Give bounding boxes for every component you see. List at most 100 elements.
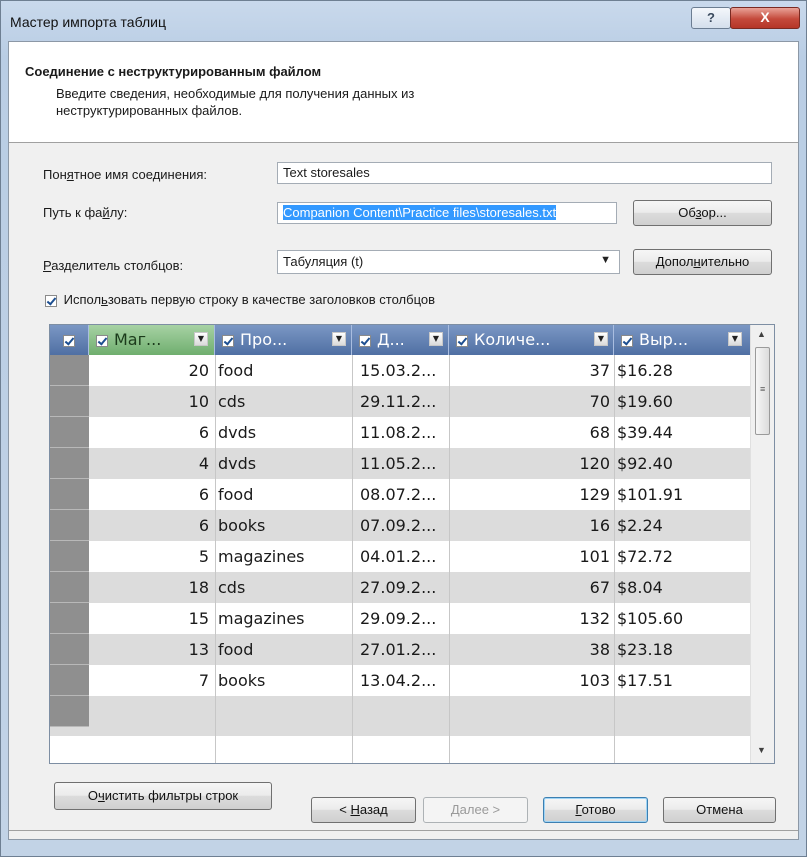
file-path-input[interactable]: Companion Content\Practice files\storesa… (277, 202, 617, 224)
cell-date: 11.08.2... (360, 423, 437, 442)
cell-product: food (218, 640, 254, 659)
table-row[interactable]: 5 magazines 04.01.2... 101 $72.72 (50, 541, 750, 572)
filter-dropdown-icon[interactable]: ▼ (429, 332, 443, 346)
cell-quantity: 120 (579, 454, 610, 473)
column-title: Про... (240, 330, 288, 349)
select-all-header[interactable] (50, 325, 89, 355)
table-row[interactable]: 6 books 07.09.2... 16 $2.24 (50, 510, 750, 541)
cell-product: cds (218, 578, 246, 597)
scroll-down-icon[interactable]: ▼ (757, 745, 766, 755)
table-row[interactable]: 15 magazines 29.09.2... 132 $105.60 (50, 603, 750, 634)
column-header-product[interactable]: Про... ▼ (215, 325, 352, 355)
column-title: Выр... (639, 330, 689, 349)
column-checkbox[interactable] (96, 334, 108, 347)
cell-revenue: $19.60 (617, 392, 673, 411)
column-checkbox[interactable] (456, 334, 468, 347)
row-selector[interactable] (50, 665, 89, 696)
column-header-quantity[interactable]: Количе... ▼ (449, 325, 614, 355)
cell-quantity: 103 (579, 671, 610, 690)
table-row[interactable]: 7 books 13.04.2... 103 $17.51 (50, 665, 750, 696)
table-row[interactable] (50, 696, 750, 736)
row-selector[interactable] (50, 386, 89, 417)
first-row-headers-label: Использовать первую строку в качестве за… (63, 292, 436, 307)
cell-quantity: 16 (589, 516, 610, 535)
column-header-revenue[interactable]: Выр... ▼ (614, 325, 750, 355)
cell-date: 27.09.2... (360, 578, 437, 597)
grid-header: Маг... ▼ Про... ▼ Д... ▼ Количе... ▼ Выр… (50, 325, 750, 355)
table-row[interactable]: 4 dvds 11.05.2... 120 $92.40 (50, 448, 750, 479)
select-all-checkbox[interactable] (63, 334, 75, 347)
column-checkbox[interactable] (222, 334, 234, 347)
cell-revenue: $72.72 (617, 547, 673, 566)
close-button[interactable]: X (730, 7, 800, 29)
filter-dropdown-icon[interactable]: ▼ (194, 332, 208, 346)
cell-date: 07.09.2... (360, 516, 437, 535)
connection-name-input[interactable]: Text storesales (277, 162, 772, 184)
cell-quantity: 68 (589, 423, 610, 442)
row-selector[interactable] (50, 355, 89, 386)
cell-product: dvds (218, 454, 257, 473)
cell-product: magazines (218, 547, 305, 566)
table-row[interactable]: 6 dvds 11.08.2... 68 $39.44 (50, 417, 750, 448)
row-selector[interactable] (50, 448, 89, 479)
finish-button[interactable]: Готово (543, 797, 648, 823)
clear-row-filters-button[interactable]: Очистить фильтры строк (54, 782, 272, 810)
row-selector[interactable] (50, 572, 89, 603)
column-header-date[interactable]: Д... ▼ (352, 325, 449, 355)
filter-dropdown-icon[interactable]: ▼ (332, 332, 346, 346)
cell-revenue: $92.40 (617, 454, 673, 473)
table-row[interactable]: 20 food 15.03.2... 37 $16.28 (50, 355, 750, 386)
cell-product: cds (218, 392, 246, 411)
cell-product: food (218, 485, 254, 504)
table-row[interactable]: 18 cds 27.09.2... 67 $8.04 (50, 572, 750, 603)
browse-button[interactable]: Обзор... (633, 200, 772, 226)
vertical-scrollbar[interactable]: ▲ ≡ ▼ (750, 325, 774, 763)
connection-name-label: Понятное имя соединения: (43, 167, 208, 182)
cell-product: books (218, 671, 266, 690)
next-button[interactable]: Далее > (423, 797, 528, 823)
help-button[interactable]: ? (691, 7, 731, 29)
cell-product: magazines (218, 609, 305, 628)
row-selector[interactable] (50, 696, 89, 727)
table-row[interactable]: 10 cds 29.11.2... 70 $19.60 (50, 386, 750, 417)
column-checkbox[interactable] (621, 334, 633, 347)
row-selector[interactable] (50, 479, 89, 510)
scrollbar-thumb[interactable]: ≡ (755, 347, 770, 435)
page-description: Введите сведения, необходимые для получе… (56, 86, 415, 118)
cell-store: 6 (198, 485, 209, 504)
cell-store: 13 (188, 640, 209, 659)
cell-product: food (218, 361, 254, 380)
cell-store: 18 (188, 578, 209, 597)
row-selector[interactable] (50, 541, 89, 572)
cell-store: 7 (198, 671, 209, 690)
delimiter-select[interactable]: Табуляция (t) ▼ (277, 250, 620, 274)
advanced-button[interactable]: Дополнительно (633, 249, 772, 275)
first-row-headers-option[interactable]: Использовать первую строку в качестве за… (45, 292, 435, 307)
table-row[interactable]: 13 food 27.01.2... 38 $23.18 (50, 634, 750, 665)
cell-revenue: $39.44 (617, 423, 673, 442)
cell-store: 20 (188, 361, 209, 380)
table-row[interactable]: 6 food 08.07.2... 129 $101.91 (50, 479, 750, 510)
first-row-headers-checkbox[interactable] (45, 294, 57, 307)
scroll-up-icon[interactable]: ▲ (757, 329, 766, 339)
data-preview-grid[interactable]: Маг... ▼ Про... ▼ Д... ▼ Количе... ▼ Выр… (49, 324, 775, 764)
column-title: Маг... (114, 330, 162, 349)
row-selector[interactable] (50, 417, 89, 448)
cancel-button[interactable]: Отмена (663, 797, 776, 823)
filter-dropdown-icon[interactable]: ▼ (728, 332, 742, 346)
delimiter-label: Разделитель столбцов: (43, 258, 184, 273)
row-selector[interactable] (50, 634, 89, 665)
column-checkbox[interactable] (359, 334, 371, 347)
filter-dropdown-icon[interactable]: ▼ (594, 332, 608, 346)
column-divider (449, 355, 450, 763)
column-header-store[interactable]: Маг... ▼ (89, 325, 215, 355)
row-selector[interactable] (50, 603, 89, 634)
back-button[interactable]: < Назад (311, 797, 416, 823)
column-divider (352, 355, 353, 763)
title-bar[interactable]: Мастер импорта таблиц ? X (1, 1, 806, 39)
cell-date: 13.04.2... (360, 671, 437, 690)
cell-revenue: $16.28 (617, 361, 673, 380)
row-selector[interactable] (50, 510, 89, 541)
column-title: Д... (377, 330, 405, 349)
cell-date: 04.01.2... (360, 547, 437, 566)
